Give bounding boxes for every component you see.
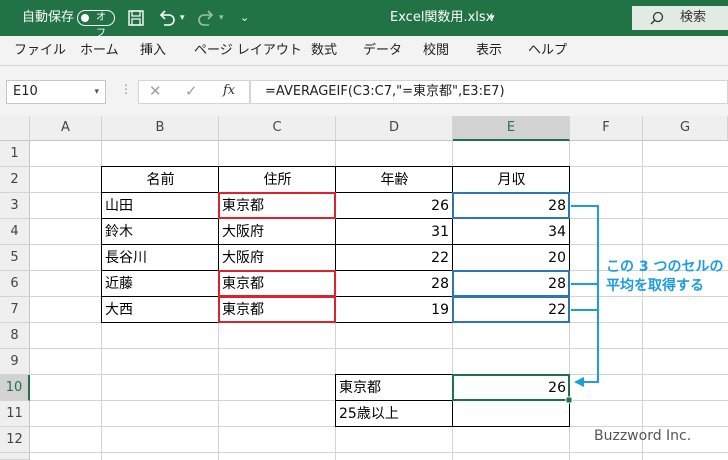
- row-header-8[interactable]: 8: [0, 323, 30, 349]
- column-header-a[interactable]: A: [30, 116, 102, 141]
- cell-e11[interactable]: [453, 401, 570, 427]
- column-header-b[interactable]: B: [102, 116, 219, 141]
- tab-formulas[interactable]: 数式: [311, 36, 337, 66]
- row-header-5[interactable]: 5: [0, 245, 30, 271]
- cell-b5[interactable]: 長谷川: [102, 245, 219, 271]
- cell-c3[interactable]: 東京都: [219, 193, 336, 219]
- annotation-line-2: 平均を取得する: [606, 278, 704, 294]
- name-box-dropdown-icon[interactable]: ▾: [94, 81, 99, 103]
- header-income[interactable]: 月収: [453, 167, 570, 193]
- row-header-9[interactable]: 9: [0, 349, 30, 375]
- title-bar: 自動保存 オフ ▾ ▾ ⌄ Excel関数用.xlsx ▾ 検索: [0, 0, 728, 39]
- column-header-d[interactable]: D: [336, 116, 453, 141]
- watermark-text: Buzzword Inc.: [594, 428, 692, 444]
- row-header-7[interactable]: 7: [0, 297, 30, 323]
- cancel-icon[interactable]: ✕: [149, 82, 162, 100]
- cell-d4[interactable]: 31: [336, 219, 453, 245]
- tab-review[interactable]: 校閲: [423, 36, 449, 66]
- undo-dropdown-icon[interactable]: ▾: [180, 0, 185, 36]
- title-dropdown-icon[interactable]: ▾: [490, 0, 495, 36]
- cell-e10[interactable]: 26: [453, 375, 570, 401]
- row-header-4[interactable]: 4: [0, 219, 30, 245]
- cell-b4[interactable]: 鈴木: [102, 219, 219, 245]
- undo-icon[interactable]: [157, 9, 177, 27]
- cell-d11[interactable]: 25歳以上: [336, 401, 453, 427]
- worksheet-grid[interactable]: A B C D E F G 1 2 3 4 5 6 7 8 9 10 11 12…: [0, 116, 728, 460]
- cell-d7[interactable]: 19: [336, 297, 453, 323]
- row-header-1[interactable]: 1: [0, 141, 30, 167]
- annotation-callout: この 3 つのセルの 平均を取得する: [606, 258, 724, 296]
- cell-b3[interactable]: 山田: [102, 193, 219, 219]
- cell-c5[interactable]: 大阪府: [219, 245, 336, 271]
- row-header-10[interactable]: 10: [0, 375, 30, 401]
- row-header-6[interactable]: 6: [0, 271, 30, 297]
- select-all-corner[interactable]: [0, 116, 30, 141]
- save-icon[interactable]: [127, 9, 145, 27]
- tab-view[interactable]: 表示: [476, 36, 502, 66]
- cell-c6[interactable]: 東京都: [219, 271, 336, 297]
- row-header-12[interactable]: 12: [0, 427, 30, 453]
- search-label: 検索: [680, 10, 707, 25]
- formula-input[interactable]: =AVERAGEIF(C3:C7,"=東京都",E3:E7): [250, 80, 728, 104]
- cell-e6[interactable]: 28: [453, 271, 570, 297]
- row-header-3[interactable]: 3: [0, 193, 30, 219]
- cell-d10[interactable]: 東京都: [336, 375, 453, 401]
- autosave-toggle[interactable]: オフ: [77, 10, 115, 39]
- cell-e7[interactable]: 22: [453, 297, 570, 323]
- more-options-icon[interactable]: ⋮: [120, 82, 132, 96]
- column-header-f[interactable]: F: [570, 116, 643, 141]
- row-header-13[interactable]: [0, 453, 30, 460]
- cell-e4[interactable]: 34: [453, 219, 570, 245]
- cell-c4[interactable]: 大阪府: [219, 219, 336, 245]
- header-name[interactable]: 名前: [102, 167, 219, 193]
- redo-dropdown-icon[interactable]: ▾: [219, 0, 224, 36]
- column-header-c[interactable]: C: [219, 116, 336, 141]
- document-title: Excel関数用.xlsx: [390, 10, 494, 25]
- customize-toolbar-icon[interactable]: ⌄: [240, 0, 249, 36]
- tab-file[interactable]: ファイル: [14, 36, 66, 66]
- search-icon: [650, 11, 664, 25]
- row-header-11[interactable]: 11: [0, 401, 30, 427]
- enter-icon[interactable]: ✓: [185, 82, 198, 100]
- name-box[interactable]: E10 ▾: [6, 80, 106, 104]
- cell-d6[interactable]: 28: [336, 271, 453, 297]
- cell-d3[interactable]: 26: [336, 193, 453, 219]
- ribbon-tabs: ファイル ホーム 挿入 ページ レイアウト 数式 データ 校閲 表示 ヘルプ: [0, 36, 728, 66]
- annotation-line-1: この 3 つのセルの: [606, 259, 724, 275]
- name-box-value: E10: [13, 84, 38, 99]
- tab-insert[interactable]: 挿入: [140, 36, 166, 66]
- search-box[interactable]: 検索: [632, 6, 728, 30]
- header-age[interactable]: 年齢: [336, 167, 453, 193]
- cell-b6[interactable]: 近藤: [102, 271, 219, 297]
- cell-e5[interactable]: 20: [453, 245, 570, 271]
- formula-tools: ✕ ✓ fx: [138, 80, 250, 104]
- cell-e3[interactable]: 28: [453, 193, 570, 219]
- column-header-g[interactable]: G: [643, 116, 728, 141]
- header-address[interactable]: 住所: [219, 167, 336, 193]
- row-header-2[interactable]: 2: [0, 167, 30, 193]
- insert-function-icon[interactable]: fx: [223, 83, 235, 98]
- cell-c7[interactable]: 東京都: [219, 297, 336, 323]
- tab-home[interactable]: ホーム: [80, 36, 119, 66]
- toggle-knob: [81, 13, 89, 22]
- tab-page-layout[interactable]: ページ レイアウト: [194, 36, 302, 66]
- cell-b7[interactable]: 大西: [102, 297, 219, 323]
- tab-help[interactable]: ヘルプ: [528, 36, 567, 66]
- column-header-e[interactable]: E: [453, 116, 570, 141]
- autosave-label: 自動保存: [22, 10, 75, 25]
- redo-icon[interactable]: [196, 9, 216, 27]
- tab-data[interactable]: データ: [363, 36, 402, 66]
- cell-d5[interactable]: 22: [336, 245, 453, 271]
